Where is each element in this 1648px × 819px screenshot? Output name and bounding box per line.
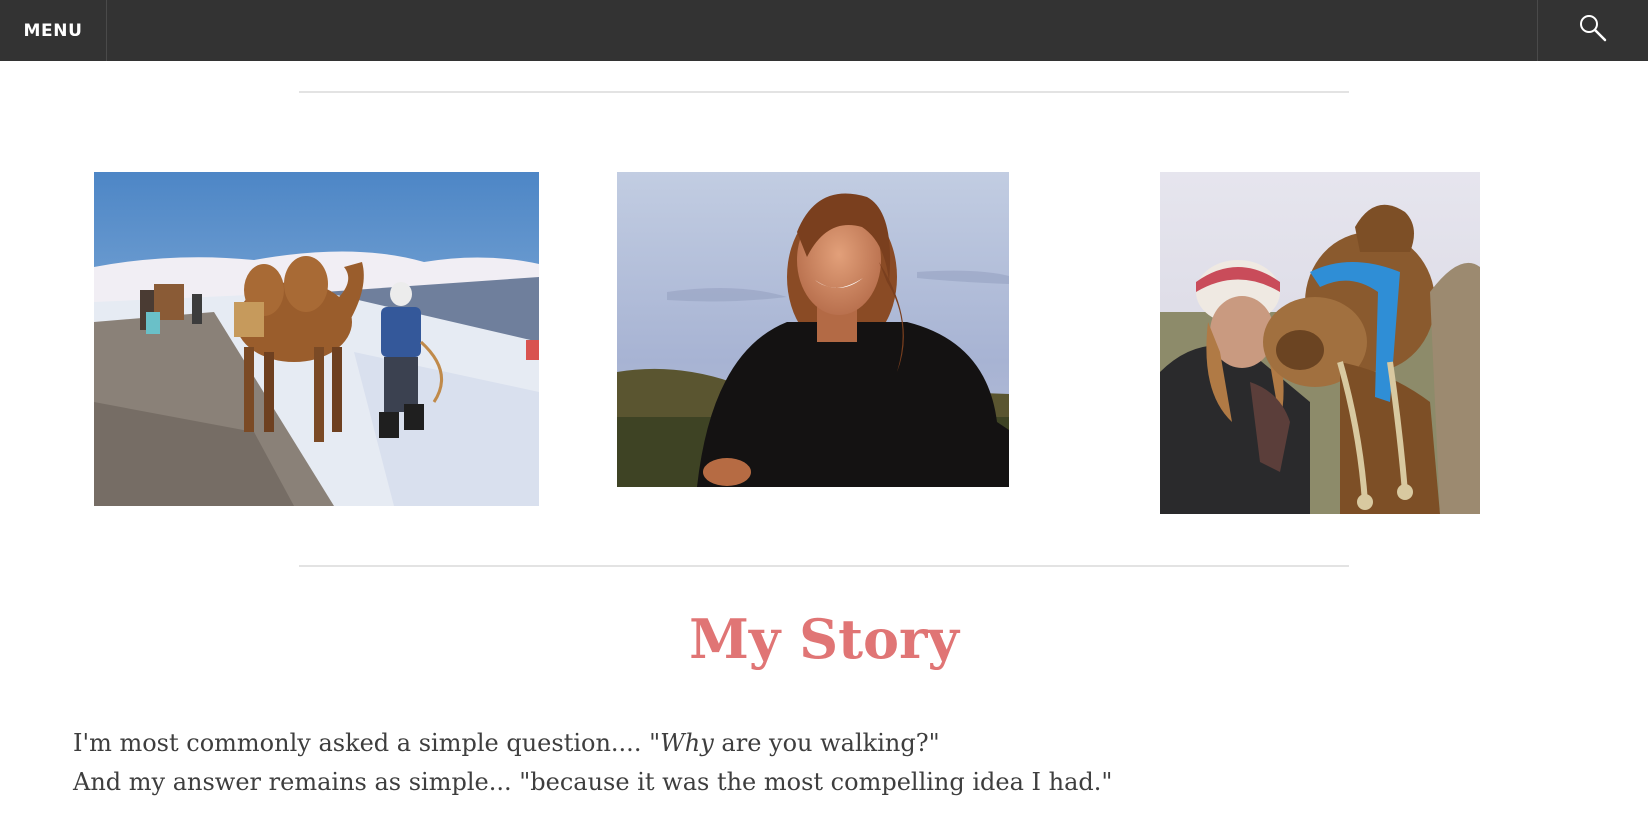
search-icon — [1578, 13, 1608, 48]
gallery-photo-woman-portrait[interactable] — [617, 172, 1009, 487]
page-title: My Story — [689, 607, 959, 671]
divider-bottom — [299, 565, 1349, 567]
photo-woman-portrait-sunset-icon — [617, 172, 1009, 487]
gallery-photo-camel-caravan[interactable] — [94, 172, 539, 506]
photo-woman-with-camel-icon — [1160, 172, 1480, 514]
story-line-1-emphasis: Why — [660, 729, 714, 757]
divider-top — [299, 91, 1349, 93]
story-line-1-end: are you walking?" — [713, 729, 940, 757]
top-navigation-bar: MENU — [0, 0, 1648, 61]
story-paragraph-line-1: I'm most commonly asked a simple questio… — [73, 724, 1473, 762]
menu-label: MENU — [23, 20, 83, 41]
story-paragraph-line-2: And my answer remains as simple... "beca… — [73, 768, 1113, 796]
photo-camel-caravan-snow-icon — [94, 172, 539, 506]
gallery-photo-woman-with-camel[interactable] — [1160, 172, 1480, 514]
menu-button[interactable]: MENU — [0, 0, 107, 61]
search-button[interactable] — [1537, 0, 1648, 61]
story-line-1-start: I'm most commonly asked a simple questio… — [73, 729, 661, 757]
